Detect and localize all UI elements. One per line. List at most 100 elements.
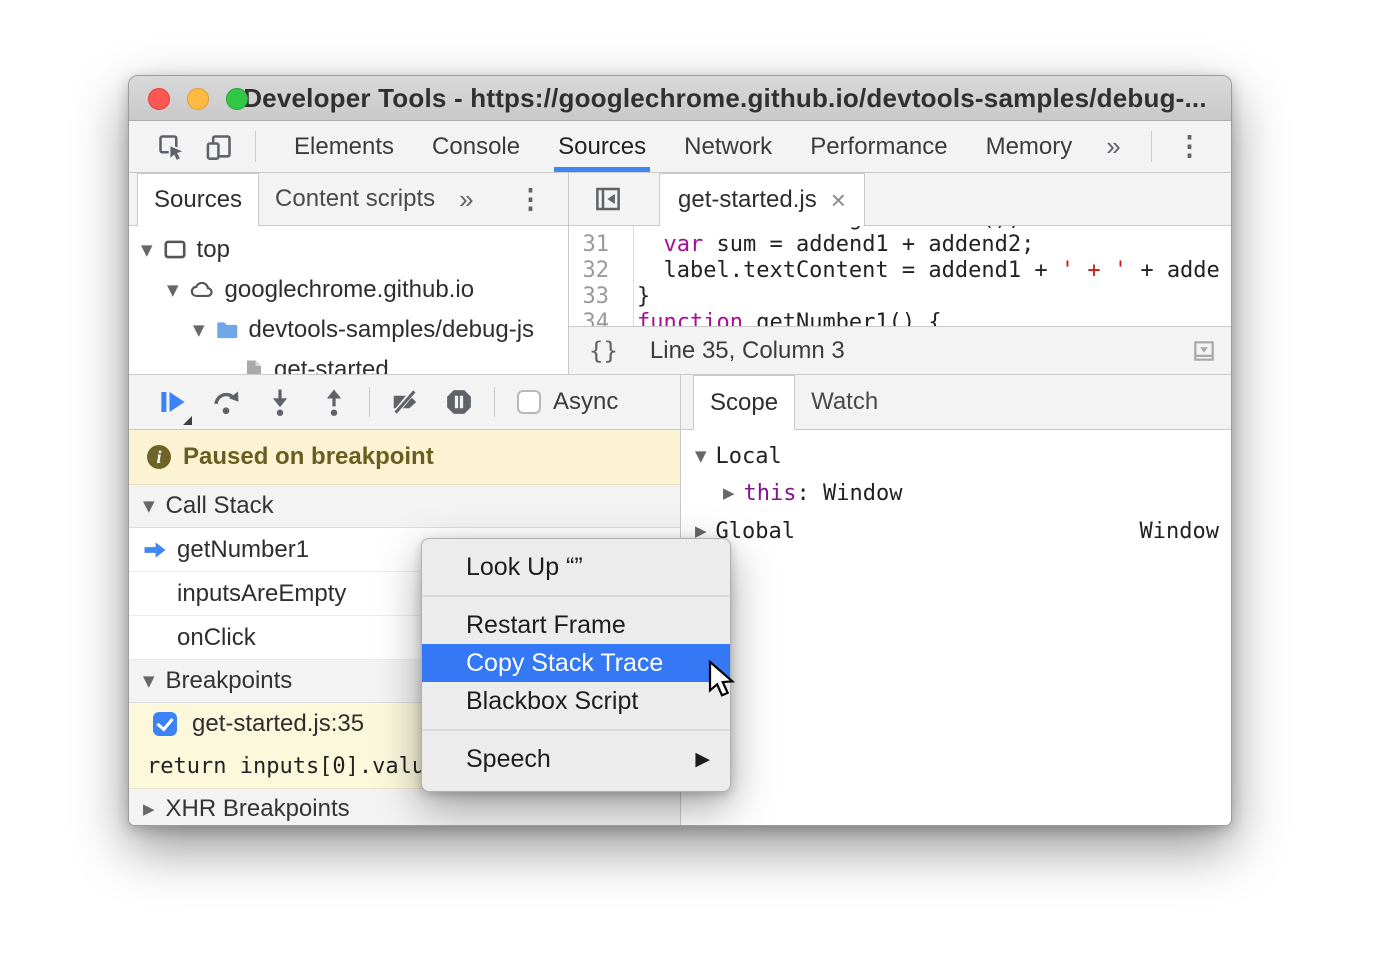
menu-item-restart-frame[interactable]: Restart Frame (422, 606, 730, 644)
async-checkbox[interactable] (517, 390, 541, 414)
code-line-31: 31 var sum = addend1 + addend2; (569, 232, 1231, 258)
keyword-token: function (637, 310, 743, 326)
devtools-menu-button[interactable]: ⋮ (1164, 121, 1215, 172)
tab-watch[interactable]: Watch (795, 375, 894, 429)
scope-local-row[interactable]: ▼ Local (681, 437, 1231, 475)
tab-scope[interactable]: Scope (693, 375, 795, 430)
nav-menu-button[interactable]: ⋮ (505, 173, 556, 225)
menu-separator (422, 595, 730, 597)
frame-icon (162, 237, 188, 263)
inspect-element-button[interactable] (147, 121, 195, 172)
tree-item-domain[interactable]: ▼ googlechrome.github.io (129, 270, 568, 310)
inspect-cursor-icon (157, 133, 185, 161)
nav-more-tabs-button[interactable]: » (459, 173, 473, 225)
step-over-button[interactable] (199, 387, 253, 417)
tab-memory[interactable]: Memory (986, 121, 1073, 172)
string-token: ' + ' (1061, 258, 1127, 283)
tab-performance[interactable]: Performance (810, 121, 947, 172)
debugger-toolbar: Async (129, 375, 680, 430)
desktop-background: Developer Tools - https://googlechrome.g… (0, 0, 1388, 965)
menu-separator (422, 729, 730, 731)
chevron-double-right-icon: » (1106, 131, 1120, 162)
nav-tab-sources[interactable]: Sources (137, 173, 259, 226)
code-line-34: 34 function getNumber1() { (569, 310, 1231, 326)
property-name: this (744, 481, 797, 506)
dropdown-corner-icon (183, 416, 192, 425)
step-over-icon (211, 387, 241, 417)
show-drawer-button[interactable] (1191, 338, 1217, 364)
pretty-print-button[interactable]: {} (589, 337, 618, 365)
menu-item-speech[interactable]: Speech ▶ (422, 740, 730, 778)
scope-global-row[interactable]: ▶ Global Window (681, 511, 1231, 551)
collapse-navigator-button[interactable] (583, 173, 633, 225)
chevron-right-icon: ▶ (143, 800, 155, 818)
scope-global-value: Window (1140, 519, 1231, 544)
tab-sources[interactable]: Sources (558, 121, 646, 172)
tree-item-folder[interactable]: ▼ devtools-samples/debug-js (129, 310, 568, 350)
minimize-window-button[interactable] (187, 88, 209, 110)
line-number[interactable]: 32 (569, 258, 621, 284)
menu-item-copy-stack-trace[interactable]: Copy Stack Trace (422, 644, 730, 682)
step-out-button[interactable] (307, 387, 361, 417)
resume-script-button[interactable] (145, 387, 199, 417)
devtools-window: Developer Tools - https://googlechrome.g… (128, 75, 1232, 826)
section-title: Call Stack (166, 492, 274, 520)
async-label: Async (553, 388, 618, 416)
chevron-down-icon: ▼ (193, 321, 205, 339)
vertical-dots-icon: ⋮ (517, 184, 544, 215)
scope-tab-strip: Scope Watch (681, 375, 1231, 430)
device-toolbar-button[interactable] (195, 121, 243, 172)
tree-item-file[interactable]: get-started (129, 350, 568, 374)
cursor-position-label: Line 35, Column 3 (650, 337, 845, 365)
line-number[interactable]: 34 (569, 310, 621, 326)
folder-icon (214, 317, 240, 343)
step-into-button[interactable] (253, 387, 307, 417)
step-into-icon (265, 387, 295, 417)
step-out-icon (319, 387, 349, 417)
close-icon[interactable]: × (831, 185, 846, 216)
tree-item-top[interactable]: ▼ top (129, 230, 568, 270)
context-menu: Look Up “” Restart Frame Copy Stack Trac… (421, 538, 731, 792)
toolbar-right-group: ⋮ (1139, 121, 1231, 172)
pause-on-exceptions-button[interactable] (432, 387, 486, 417)
keyword-token: var (664, 232, 704, 257)
scope-this-row[interactable]: ▶ this: Window (681, 475, 1231, 511)
paused-banner: Paused on breakpoint (129, 430, 680, 485)
window-title: Developer Tools - https://googlechrome.g… (153, 83, 1207, 114)
editor-tab-get-started[interactable]: get-started.js × (659, 173, 865, 226)
nav-tab-content-scripts[interactable]: Content scripts (259, 173, 451, 225)
scope-pane: Scope Watch ▼ Local ▶ this: Window ▶ Glo… (681, 375, 1231, 825)
close-window-button[interactable] (148, 88, 170, 110)
device-toolbar-icon (205, 133, 233, 161)
chevron-down-icon: ▼ (143, 672, 155, 690)
toolbar-separator (369, 387, 370, 417)
toolbar-separator (494, 387, 495, 417)
deactivate-breakpoints-button[interactable] (378, 387, 432, 417)
call-stack-section-header[interactable]: ▼ Call Stack (129, 485, 680, 528)
zoom-window-button[interactable] (226, 88, 248, 110)
chevron-down-icon: ▼ (167, 281, 179, 299)
menu-item-look-up[interactable]: Look Up “” (422, 548, 730, 586)
tab-console[interactable]: Console (432, 121, 520, 172)
editor-status-bar: {} Line 35, Column 3 (569, 326, 1231, 374)
xhr-breakpoints-section-header[interactable]: ▶ XHR Breakpoints (129, 789, 680, 826)
code-editor[interactable]: var addend2 = getNumber2(); 31 var sum =… (569, 226, 1231, 326)
menu-item-blackbox-script[interactable]: Blackbox Script (422, 682, 730, 720)
file-icon (241, 357, 265, 374)
code-scroll: var addend2 = getNumber2(); 31 var sum =… (569, 226, 1231, 326)
chevron-double-right-icon: » (459, 184, 473, 215)
current-frame-arrow-icon (141, 536, 169, 564)
pause-octagon-icon (444, 387, 474, 417)
line-number[interactable]: 31 (569, 232, 621, 258)
mouse-cursor-icon (707, 660, 739, 698)
code-line-32: 32 label.textContent = addend1 + ' + ' +… (569, 258, 1231, 284)
property-value: : Window (797, 481, 903, 506)
chevron-down-icon: ▼ (695, 447, 707, 465)
tab-elements[interactable]: Elements (294, 121, 394, 172)
more-tabs-button[interactable]: » (1106, 121, 1120, 172)
breakpoint-checkbox[interactable] (153, 712, 177, 736)
line-number[interactable]: 33 (569, 284, 621, 310)
info-icon (147, 445, 171, 469)
tab-network[interactable]: Network (684, 121, 772, 172)
toolbar-separator (1151, 131, 1152, 162)
